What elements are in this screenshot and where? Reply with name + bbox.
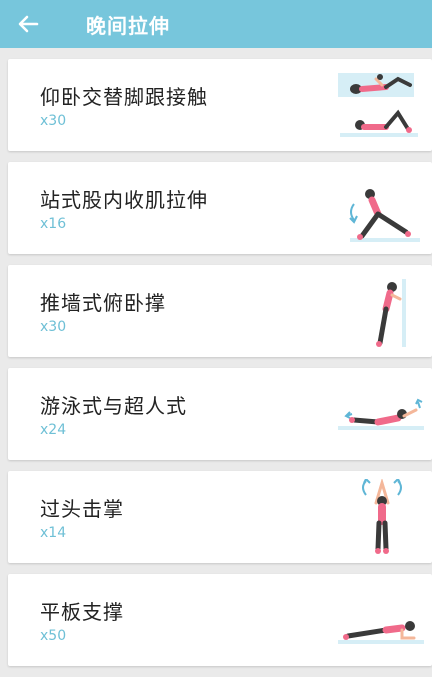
exercise-card-1[interactable]: 仰卧交替脚跟接触 x30 xyxy=(8,59,432,151)
exercise-count: x16 xyxy=(40,216,67,232)
exercise-card-3[interactable]: 推墙式俯卧撑 x30 xyxy=(8,265,432,357)
exercise-name: 游泳式与超人式 xyxy=(40,394,187,418)
standing-adductor-stretch-illustration xyxy=(349,189,420,242)
exercise-card-6[interactable]: 平板支撑 x50 xyxy=(8,574,432,666)
exercise-count: x14 xyxy=(40,525,67,541)
exercise-name: 平板支撑 xyxy=(40,600,124,624)
exercise-count: x50 xyxy=(40,628,67,644)
page-title: 晚间拉伸 xyxy=(86,13,170,38)
exercise-name: 推墙式俯卧撑 xyxy=(40,291,166,315)
exercise-count: x30 xyxy=(40,319,67,335)
back-button[interactable] xyxy=(0,0,56,48)
exercise-name: 仰卧交替脚跟接触 xyxy=(40,85,208,109)
exercise-name: 过头击掌 xyxy=(40,497,124,521)
wall-pushup-illustration xyxy=(376,279,406,347)
arrow-left-icon xyxy=(18,15,39,33)
plank-illustration xyxy=(338,621,424,644)
exercise-name: 站式股内收肌拉伸 xyxy=(40,188,208,212)
swimmer-superman-illustration xyxy=(338,398,424,430)
exercise-card-4[interactable]: 游泳式与超人式 x24 xyxy=(8,368,432,460)
exercise-card-2[interactable]: 站式股内收肌拉伸 x16 xyxy=(8,162,432,254)
overhead-clap-illustration xyxy=(362,479,402,554)
exercise-list: 仰卧交替脚跟接触 x30 站式股内收肌拉伸 x16 推墙式俯卧撑 x30 游泳式… xyxy=(8,59,432,677)
exercise-count: x30 xyxy=(40,113,67,129)
exercise-card-5[interactable]: 过头击掌 x14 xyxy=(8,471,432,563)
exercise-count: x24 xyxy=(40,422,67,438)
supine-heel-touch-illustration xyxy=(338,73,418,137)
app-bar: 晚间拉伸 xyxy=(0,0,432,48)
